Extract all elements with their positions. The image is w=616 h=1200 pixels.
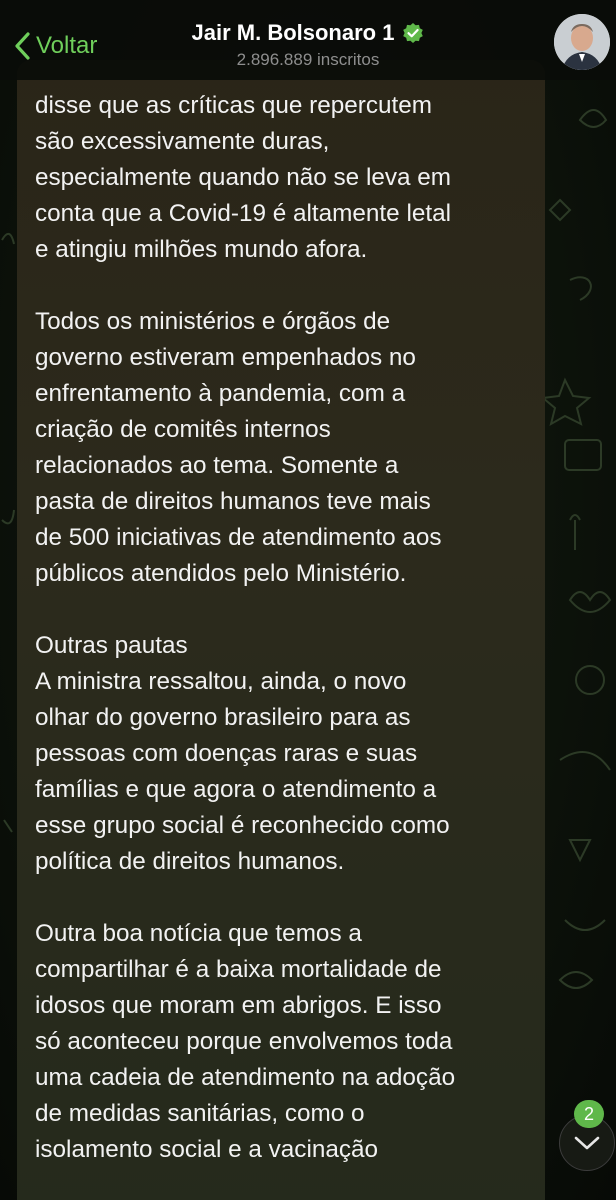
message-paragraph: Todos os ministérios e órgãos de governo… — [35, 308, 442, 587]
back-label: Voltar — [36, 32, 98, 59]
subscriber-count: 2.896.889 inscritos — [236, 50, 380, 69]
verified-check-icon — [403, 23, 424, 43]
chevron-down-icon — [574, 1136, 600, 1150]
message-paragraph: Outra boa notícia que temos a compartilh… — [35, 920, 456, 1163]
avatar-photo — [554, 14, 610, 70]
channel-name: Jair M. Bolsonaro 1 — [191, 20, 395, 45]
back-button[interactable]: Voltar — [10, 28, 97, 64]
unread-badge: 2 — [574, 1100, 604, 1128]
chat-screen: Voltar Jair M. Bolsonaro 1 2.896.889 ins… — [0, 0, 616, 1200]
avatar[interactable] — [554, 14, 610, 70]
chat-header: Voltar Jair M. Bolsonaro 1 2.896.889 ins… — [0, 0, 616, 80]
chevron-left-icon — [15, 32, 30, 60]
message-paragraph: Outras pautas A ministra ressaltou, aind… — [35, 632, 450, 875]
message-bubble: disse que as críticas que repercutem são… — [17, 60, 545, 1200]
message-text: disse que as críticas que repercutem são… — [35, 88, 535, 1168]
channel-info[interactable]: Jair M. Bolsonaro 1 2.896.889 inscritos — [130, 18, 486, 70]
message-paragraph: disse que as críticas que repercutem são… — [35, 92, 452, 263]
